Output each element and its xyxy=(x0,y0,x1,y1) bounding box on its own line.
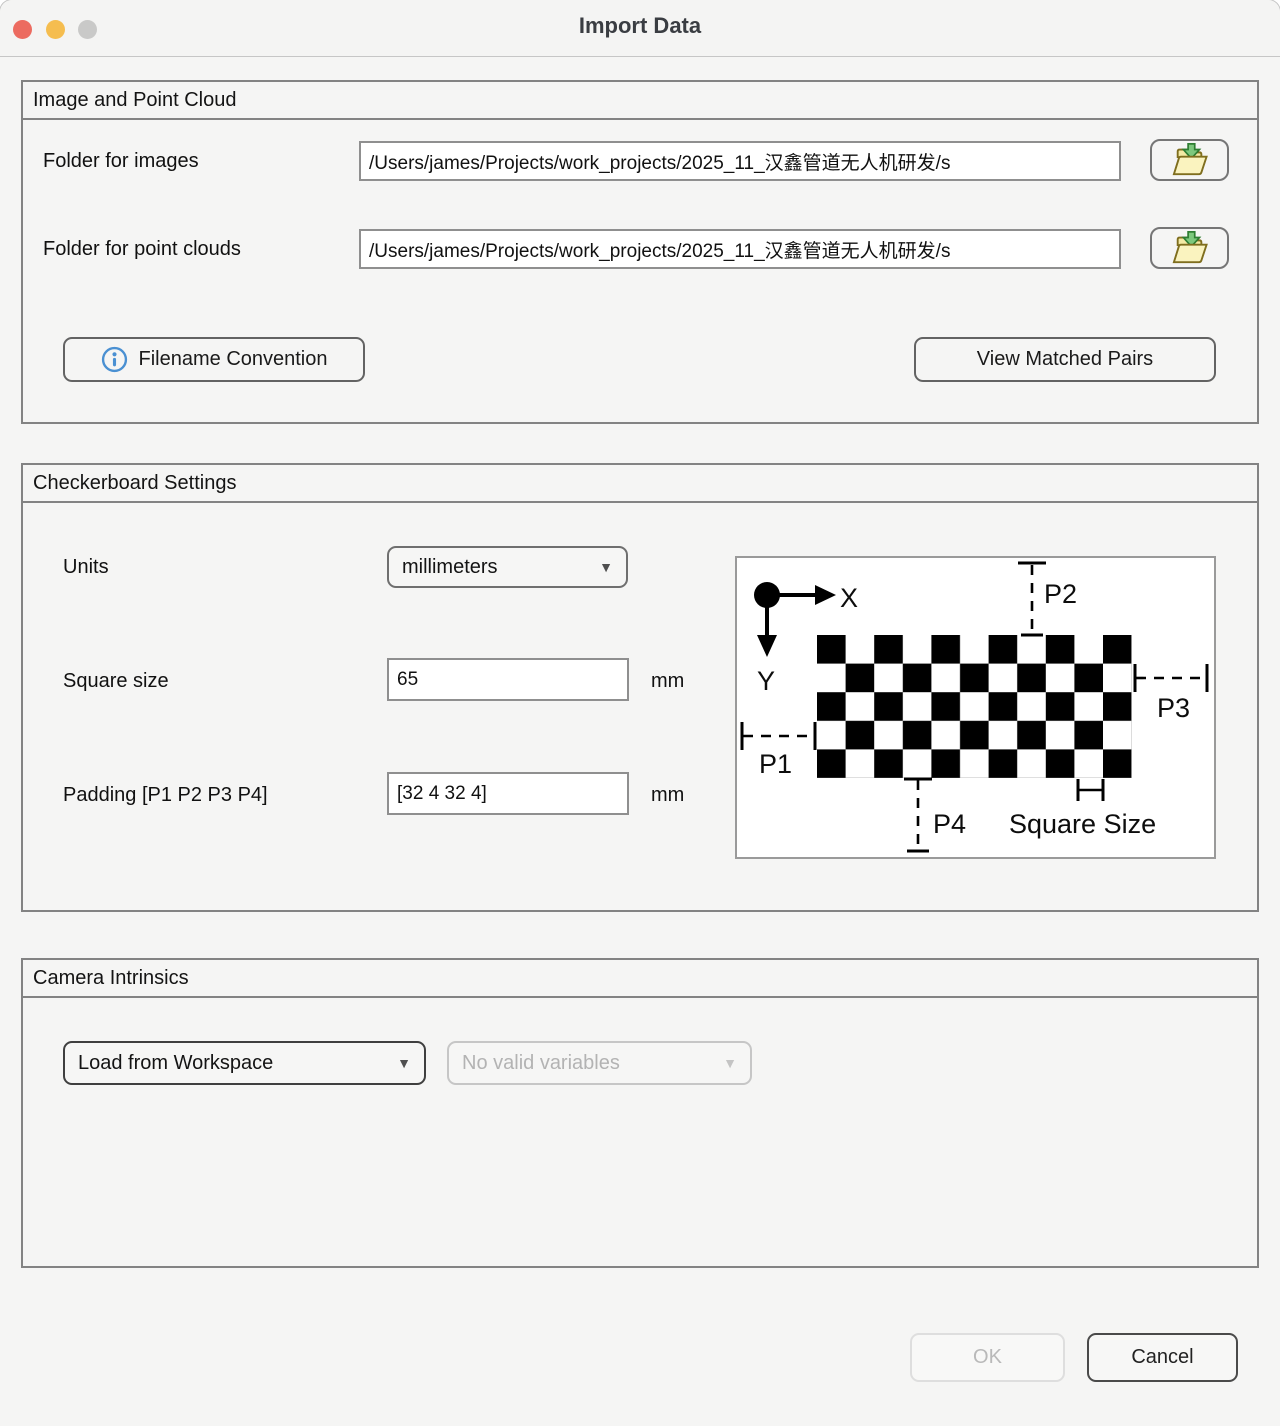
p1-label: P1 xyxy=(759,749,792,779)
checkerboard-pattern xyxy=(817,635,1132,778)
p4-label: P4 xyxy=(933,809,966,839)
window-title: Import Data xyxy=(0,13,1280,39)
intrinsics-source-value: Load from Workspace xyxy=(78,1052,273,1075)
browse-images-button[interactable] xyxy=(1150,139,1229,181)
chevron-down-icon: ▼ xyxy=(723,1056,737,1070)
square-size-unit: mm xyxy=(651,670,684,693)
import-data-dialog: Import Data Image and Point Cloud Folder… xyxy=(0,0,1280,1426)
square-size-diagram-label: Square Size xyxy=(1009,809,1156,839)
padding-input[interactable] xyxy=(387,772,629,815)
units-dropdown[interactable]: millimeters ▼ xyxy=(387,546,628,588)
chevron-down-icon: ▼ xyxy=(599,560,613,574)
ok-button[interactable]: OK xyxy=(910,1333,1065,1382)
ok-button-label: OK xyxy=(973,1346,1002,1369)
section-checkerboard-settings: Checkerboard Settings Units millimeters … xyxy=(21,463,1259,912)
intrinsics-variable-dropdown: No valid variables ▼ xyxy=(447,1041,752,1085)
cancel-button[interactable]: Cancel xyxy=(1087,1333,1238,1382)
y-axis-arrow-icon xyxy=(757,635,777,657)
chevron-down-icon: ▼ xyxy=(397,1056,411,1070)
open-folder-icon xyxy=(1169,141,1211,180)
intrinsics-variable-value: No valid variables xyxy=(462,1052,620,1075)
view-matched-pairs-label: View Matched Pairs xyxy=(977,348,1153,371)
open-folder-icon xyxy=(1169,229,1211,268)
folder-pointclouds-input[interactable] xyxy=(359,229,1121,269)
square-size-label: Square size xyxy=(63,670,169,693)
view-matched-pairs-button[interactable]: View Matched Pairs xyxy=(914,337,1216,382)
filename-convention-button[interactable]: Filename Convention xyxy=(63,337,365,382)
checkerboard-diagram: X Y P2 P3 P1 xyxy=(735,556,1216,859)
x-axis-arrow-icon xyxy=(815,585,836,605)
section-title: Checkerboard Settings xyxy=(23,465,1257,503)
section-camera-intrinsics: Camera Intrinsics Load from Workspace ▼ … xyxy=(21,958,1259,1268)
info-icon xyxy=(101,346,128,373)
filename-convention-label: Filename Convention xyxy=(139,348,328,371)
intrinsics-source-dropdown[interactable]: Load from Workspace ▼ xyxy=(63,1041,426,1085)
units-dropdown-value: millimeters xyxy=(402,556,498,579)
p2-label: P2 xyxy=(1044,579,1077,609)
cancel-button-label: Cancel xyxy=(1131,1346,1193,1369)
section-image-point-cloud: Image and Point Cloud Folder for images … xyxy=(21,80,1259,424)
folder-images-label: Folder for images xyxy=(43,150,199,173)
square-size-input[interactable] xyxy=(387,658,629,701)
units-label: Units xyxy=(63,556,109,579)
x-axis-label: X xyxy=(840,583,858,613)
browse-pointclouds-button[interactable] xyxy=(1150,227,1229,269)
padding-unit: mm xyxy=(651,784,684,807)
section-title: Image and Point Cloud xyxy=(23,82,1257,120)
title-bar: Import Data xyxy=(0,0,1280,57)
section-title: Camera Intrinsics xyxy=(23,960,1257,998)
folder-images-input[interactable] xyxy=(359,141,1121,181)
folder-pointclouds-label: Folder for point clouds xyxy=(43,238,241,261)
y-axis-label: Y xyxy=(757,666,775,696)
padding-label: Padding [P1 P2 P3 P4] xyxy=(63,784,268,807)
p3-label: P3 xyxy=(1157,693,1190,723)
